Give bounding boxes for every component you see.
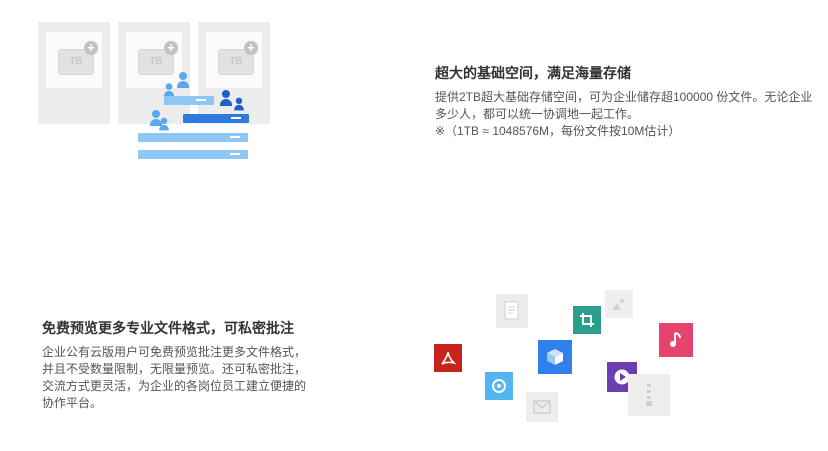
pdf-icon bbox=[434, 344, 462, 372]
server-bar bbox=[138, 150, 248, 159]
preview-line-2: 并且不受数量限制，无限量预览。还可私密批注， bbox=[42, 362, 307, 376]
user-icon bbox=[220, 90, 232, 106]
plus-icon: + bbox=[244, 41, 258, 55]
disk-card: TB + bbox=[38, 22, 110, 124]
preview-line-4: 协作平台。 bbox=[42, 396, 103, 410]
plus-icon: + bbox=[84, 41, 98, 55]
zip-icon bbox=[628, 374, 670, 416]
camera-icon bbox=[485, 372, 513, 400]
image-icon bbox=[605, 290, 633, 318]
user-icon bbox=[177, 72, 189, 88]
storage-line-2: 多少人，都可以统一协调地一起工作。 bbox=[435, 107, 640, 121]
server-bar bbox=[138, 133, 248, 142]
storage-line-3: ※（1TB ≈ 1048576M，每份文件按10M估计） bbox=[435, 124, 681, 138]
music-icon bbox=[659, 323, 693, 357]
mail-icon bbox=[526, 392, 558, 422]
preview-line-3: 交流方式更灵活，为企业的各岗位员工建立便捷的 bbox=[42, 379, 307, 393]
crop-icon bbox=[573, 306, 601, 334]
preview-line-1: 企业公有云版用户可免费预览批注更多文件格式， bbox=[42, 345, 307, 359]
storage-title: 超大的基础空间，满足海量存储 bbox=[435, 65, 631, 81]
preview-section: 免费预览更多专业文件格式，可私密批注 企业公有云版用户可免费预览批注更多文件格式… bbox=[42, 318, 342, 412]
user-icon bbox=[234, 97, 244, 111]
cube-icon bbox=[538, 340, 572, 374]
storage-section: 超大的基础空间，满足海量存储 提供2TB超大基础存储空间，可为企业储存超1000… bbox=[435, 63, 815, 140]
user-icon bbox=[163, 83, 175, 97]
preview-title: 免费预览更多专业文件格式，可私密批注 bbox=[42, 320, 294, 336]
document-icon bbox=[496, 294, 528, 328]
server-bar bbox=[183, 114, 249, 123]
storage-line-1: 提供2TB超大基础存储空间，可为企业储存超100000 份文件。无论企业 bbox=[435, 90, 813, 104]
user-icon bbox=[159, 117, 169, 131]
plus-icon: + bbox=[164, 41, 178, 55]
server-bar bbox=[164, 96, 214, 105]
